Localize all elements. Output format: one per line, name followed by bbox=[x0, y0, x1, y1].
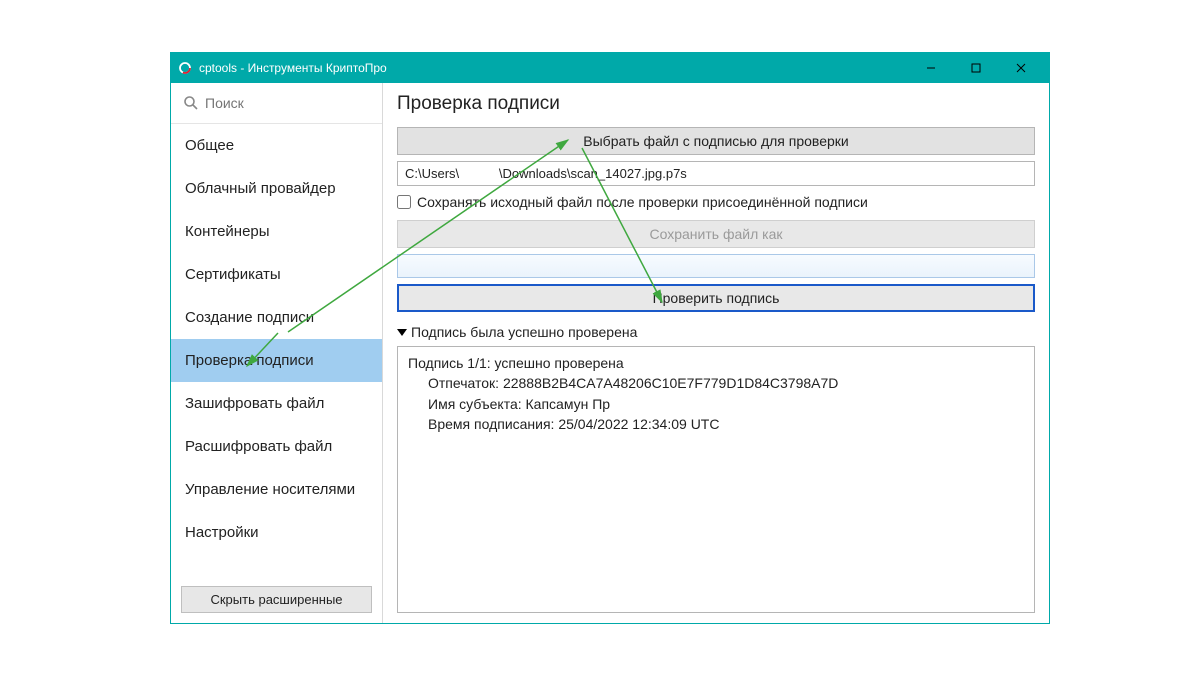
search-input[interactable] bbox=[205, 95, 386, 111]
sidebar-item-verify-signature[interactable]: Проверка подписи bbox=[171, 339, 382, 382]
result-box[interactable]: Подпись 1/1: успешно проверена Отпечаток… bbox=[397, 346, 1035, 613]
sidebar-item-containers[interactable]: Контейнеры bbox=[171, 210, 382, 253]
search-icon bbox=[183, 95, 199, 111]
result-line-subject: Имя субъекта: Капсамун Пр bbox=[408, 394, 1024, 414]
sidebar-item-manage-carriers[interactable]: Управление носителями bbox=[171, 468, 382, 511]
save-source-checkbox-row[interactable]: Сохранять исходный файл после проверки п… bbox=[397, 192, 1035, 214]
sidebar-item-create-signature[interactable]: Создание подписи bbox=[171, 296, 382, 339]
sidebar-item-settings[interactable]: Настройки bbox=[171, 511, 382, 554]
app-icon bbox=[177, 60, 193, 76]
sidebar-item-encrypt-file[interactable]: Зашифровать файл bbox=[171, 382, 382, 425]
triangle-down-icon bbox=[397, 329, 407, 336]
close-button[interactable] bbox=[998, 53, 1043, 83]
app-window: cptools - Инструменты КриптоПро Общее Об… bbox=[170, 52, 1050, 624]
result-header-text: Подпись была успешно проверена bbox=[411, 324, 637, 340]
result-line-time: Время подписания: 25/04/2022 12:34:09 UT… bbox=[408, 414, 1024, 434]
page-title: Проверка подписи bbox=[397, 93, 1035, 115]
result-line-summary: Подпись 1/1: успешно проверена bbox=[408, 353, 1024, 373]
maximize-button[interactable] bbox=[953, 53, 998, 83]
file-path-input[interactable]: C:\Users\ \Downloads\scan_14027.jpg.p7s bbox=[397, 161, 1035, 186]
sidebar-item-decrypt-file[interactable]: Расшифровать файл bbox=[171, 425, 382, 468]
search-wrap bbox=[171, 83, 382, 124]
save-as-button: Сохранить файл как bbox=[397, 220, 1035, 248]
verify-button[interactable]: Проверить подпись bbox=[397, 284, 1035, 312]
main-panel: Проверка подписи Выбрать файл с подписью… bbox=[383, 83, 1049, 623]
window-controls bbox=[908, 53, 1043, 83]
sidebar-item-cloud-provider[interactable]: Облачный провайдер bbox=[171, 167, 382, 210]
sidebar-item-certificates[interactable]: Сертификаты bbox=[171, 253, 382, 296]
save-source-label: Сохранять исходный файл после проверки п… bbox=[417, 194, 868, 210]
result-header[interactable]: Подпись была успешно проверена bbox=[397, 318, 1035, 340]
nav-list: Общее Облачный провайдер Контейнеры Серт… bbox=[171, 124, 382, 580]
save-as-path-input[interactable] bbox=[397, 254, 1035, 278]
result-line-thumbprint: Отпечаток: 22888B2B4CA7A48206C10E7F779D1… bbox=[408, 373, 1024, 393]
search-box[interactable] bbox=[179, 89, 374, 117]
window-title: cptools - Инструменты КриптоПро bbox=[199, 61, 908, 75]
hide-advanced-button[interactable]: Скрыть расширенные bbox=[181, 586, 372, 613]
minimize-button[interactable] bbox=[908, 53, 953, 83]
sidebar: Общее Облачный провайдер Контейнеры Серт… bbox=[171, 83, 383, 623]
sidebar-item-general[interactable]: Общее bbox=[171, 124, 382, 167]
window-body: Общее Облачный провайдер Контейнеры Серт… bbox=[171, 83, 1049, 623]
select-file-button[interactable]: Выбрать файл с подписью для проверки bbox=[397, 127, 1035, 155]
titlebar: cptools - Инструменты КриптоПро bbox=[171, 53, 1049, 83]
save-source-checkbox[interactable] bbox=[397, 195, 411, 209]
